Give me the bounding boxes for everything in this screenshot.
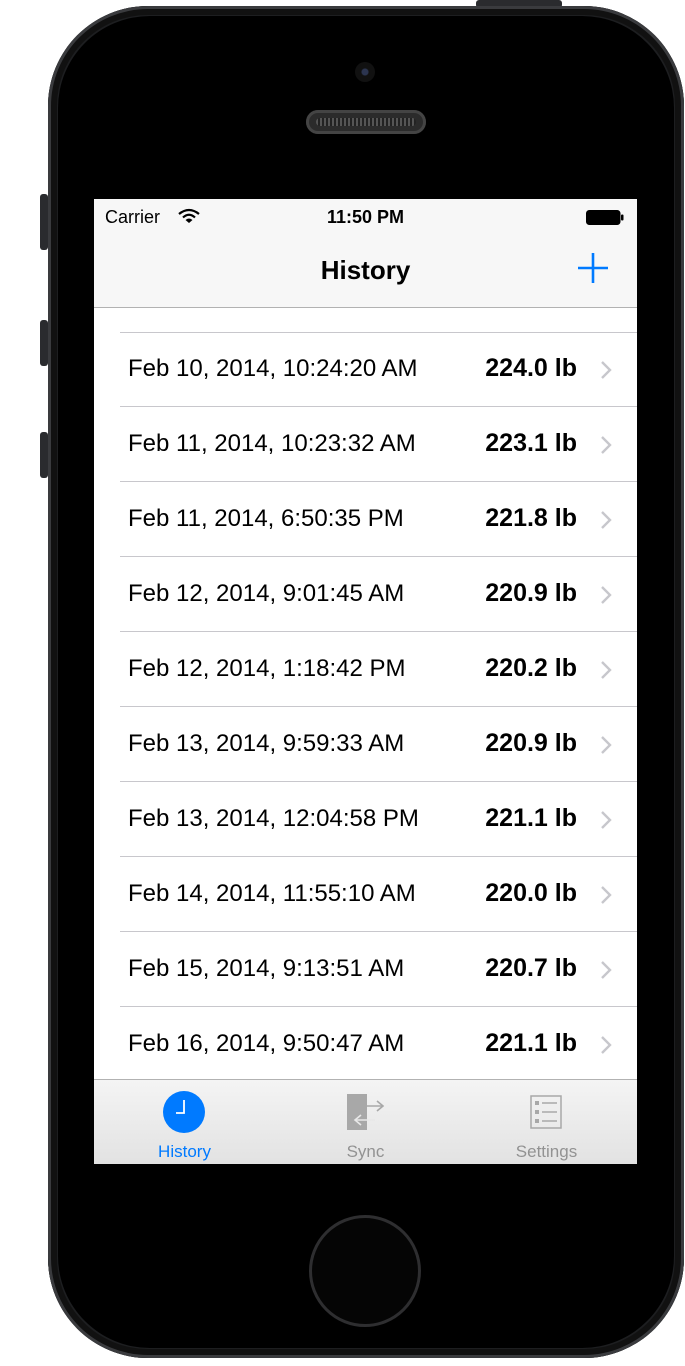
entry-weight: 220.0 lb <box>485 879 577 907</box>
entry-weight: 221.1 lb <box>485 1029 577 1057</box>
entry-date: Feb 12, 2014, 1:18:42 PM <box>128 655 406 682</box>
history-row[interactable]: Feb 16, 2014, 9:50:47 AM 221.1 lb <box>120 1007 637 1082</box>
front-camera <box>355 62 375 82</box>
tab-label: Settings <box>515 1142 578 1161</box>
list-icon <box>530 1095 562 1129</box>
page-title: History <box>320 255 411 285</box>
app-screen: Carrier 11:50 PM History Feb 10, 2014, 1… <box>94 199 637 1164</box>
entry-date: Feb 13, 2014, 9:59:33 AM <box>128 730 405 757</box>
history-row[interactable]: Feb 11, 2014, 6:50:35 PM 221.8 lb <box>120 482 637 557</box>
entry-weight: 220.9 lb <box>485 729 577 757</box>
entry-date: Feb 15, 2014, 9:13:51 AM <box>128 955 405 982</box>
tab-history[interactable]: History <box>94 1080 275 1164</box>
history-row[interactable]: Feb 10, 2014, 10:24:20 AM 224.0 lb <box>120 332 637 407</box>
tab-sync[interactable]: Sync <box>275 1080 456 1164</box>
chevron-right-icon <box>601 361 612 379</box>
entry-date: Feb 12, 2014, 9:01:45 AM <box>128 580 405 607</box>
sync-icon <box>347 1094 385 1130</box>
plus-icon[interactable] <box>576 251 610 285</box>
entry-weight: 221.1 lb <box>485 804 577 832</box>
entry-date: Feb 16, 2014, 9:50:47 AM <box>128 1030 405 1057</box>
history-row[interactable]: Feb 12, 2014, 1:18:42 PM 220.2 lb <box>120 632 637 707</box>
history-row[interactable]: Feb 15, 2014, 9:13:51 AM 220.7 lb <box>120 932 637 1007</box>
entry-weight: 220.7 lb <box>485 954 577 982</box>
entry-weight: 224.0 lb <box>485 354 577 382</box>
entry-date: Feb 13, 2014, 12:04:58 PM <box>128 805 419 832</box>
chevron-right-icon <box>601 736 612 754</box>
history-row[interactable]: Feb 13, 2014, 9:59:33 AM 220.9 lb <box>120 707 637 782</box>
chevron-right-icon <box>601 436 612 454</box>
clock-icon <box>163 1091 205 1133</box>
history-list: Feb 10, 2014, 10:24:20 AM 224.0 lb Feb 11,… <box>94 332 637 1082</box>
entry-weight: 221.8 lb <box>485 504 577 532</box>
home-button[interactable] <box>309 1215 421 1327</box>
tab-bar: History Sync Settings <box>94 1079 637 1164</box>
entry-date: Feb 10, 2014, 10:24:20 AM <box>128 355 418 382</box>
entry-weight: 220.2 lb <box>485 654 577 682</box>
chevron-right-icon <box>601 961 612 979</box>
tab-label: Sync <box>346 1142 385 1161</box>
volume-up-button <box>40 320 48 366</box>
chevron-right-icon <box>601 511 612 529</box>
entry-date: Feb 14, 2014, 11:55:10 AM <box>128 880 416 907</box>
history-row[interactable]: Feb 13, 2014, 12:04:58 PM 221.1 lb <box>120 782 637 857</box>
entry-date: Feb 11, 2014, 10:23:32 AM <box>128 430 416 457</box>
history-row[interactable]: Feb 11, 2014, 10:23:32 AM 223.1 lb <box>120 407 637 482</box>
tab-label: History <box>158 1142 211 1161</box>
chevron-right-icon <box>601 1036 612 1054</box>
entry-weight: 220.9 lb <box>485 579 577 607</box>
silent-switch <box>40 194 48 250</box>
status-bar: Carrier 11:50 PM <box>94 199 637 239</box>
volume-down-button <box>40 432 48 478</box>
chevron-right-icon <box>601 586 612 604</box>
entry-weight: 223.1 lb <box>485 429 577 457</box>
earpiece-speaker <box>306 110 426 134</box>
history-row[interactable]: Feb 14, 2014, 11:55:10 AM 220.0 lb <box>120 857 637 932</box>
chevron-right-icon <box>601 811 612 829</box>
chevron-right-icon <box>601 886 612 904</box>
status-time: 11:50 PM <box>326 207 405 227</box>
battery-icon <box>586 210 624 225</box>
navigation-bar: Carrier 11:50 PM History <box>94 199 637 308</box>
chevron-right-icon <box>601 661 612 679</box>
tab-settings[interactable]: Settings <box>456 1080 637 1164</box>
history-row[interactable]: Feb 12, 2014, 9:01:45 AM 220.9 lb <box>120 557 637 632</box>
entry-date: Feb 11, 2014, 6:50:35 PM <box>128 505 404 532</box>
